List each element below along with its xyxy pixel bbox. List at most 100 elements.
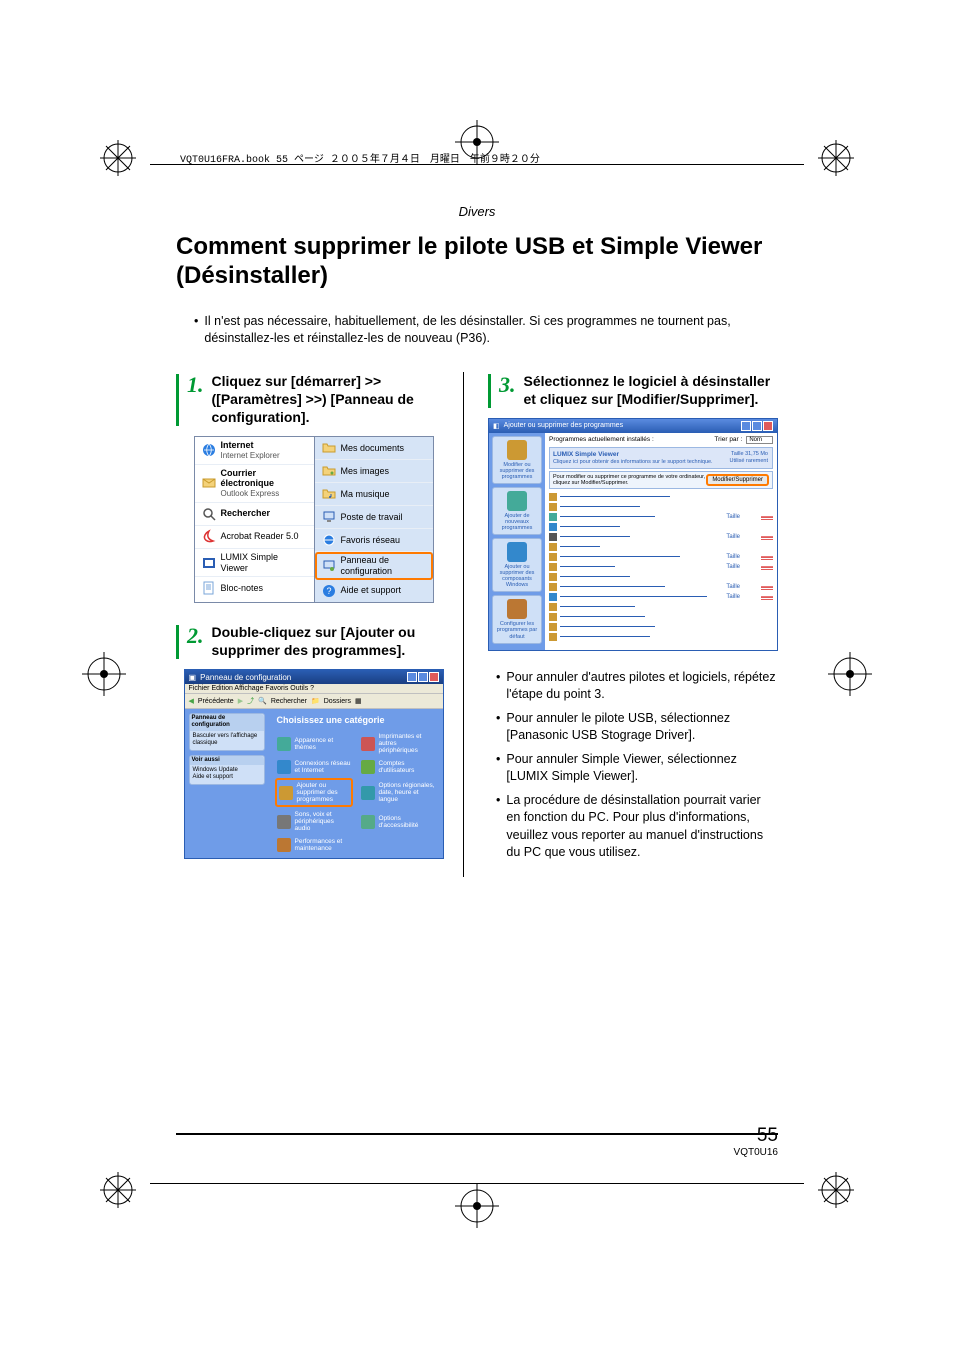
up-icon: ⤴ xyxy=(247,696,254,706)
start-item-lumix: LUMIX Simple Viewer xyxy=(195,549,314,578)
svg-text:?: ? xyxy=(326,586,331,596)
network-icon xyxy=(321,532,337,548)
cat-sound: Sons, voix et périphériques audio xyxy=(277,811,351,832)
registration-mark-icon xyxy=(818,140,854,176)
add-new-icon xyxy=(507,491,527,511)
maximize-icon xyxy=(418,672,428,682)
regional-icon xyxy=(361,786,375,800)
back-icon: ◀ xyxy=(189,697,194,705)
help-icon: ? xyxy=(321,583,337,599)
acrobat-icon xyxy=(201,529,217,545)
lumix-icon xyxy=(201,555,217,571)
step-accent-bar xyxy=(176,374,179,427)
program-icon xyxy=(549,633,557,641)
cat-appearance: Apparence et thèmes xyxy=(277,733,351,754)
control-panel-icon xyxy=(321,558,337,574)
default-programs-icon xyxy=(507,599,527,619)
start-item-help: ?Aide et support xyxy=(315,580,433,602)
add-remove-icon: ◧ xyxy=(493,422,500,430)
cat-printers: Imprimantes et autres périphériques xyxy=(361,733,435,754)
registration-mark-icon xyxy=(100,140,136,176)
page-title: Comment supprimer le pilote USB et Simpl… xyxy=(176,233,778,291)
minimize-icon xyxy=(741,421,751,431)
close-icon xyxy=(763,421,773,431)
step-title: Cliquez sur [démarrer] >> ([Paramètres] … xyxy=(212,372,452,427)
control-panel-icon: ▣ xyxy=(189,673,197,682)
side-change-remove: Modifier ou supprimer des programmes xyxy=(492,436,542,484)
crop-line xyxy=(150,1183,804,1184)
forward-icon: ▶ xyxy=(238,697,243,705)
modify-remove-button: Modifier/Supprimer xyxy=(706,474,769,486)
add-remove-icon xyxy=(279,786,293,800)
page-number: 55 xyxy=(734,1125,778,1147)
bullet-item: Pour annuler d'autres pilotes et logicie… xyxy=(496,669,778,704)
program-icon xyxy=(549,523,557,531)
program-icon xyxy=(549,593,557,601)
start-item-images: Mes images xyxy=(315,460,433,483)
nav-box: Panneau de configurationBasculer vers l'… xyxy=(189,713,265,751)
program-list: Taille▬▬ Taille▬▬ Taille▬▬ Taille▬▬ Tail… xyxy=(549,492,773,642)
bullet-item: Pour annuler le pilote USB, sélectionnez… xyxy=(496,710,778,745)
start-item-search: Rechercher xyxy=(195,503,314,526)
sort-label: Trier par : xyxy=(714,436,742,443)
crop-mark-icon xyxy=(82,652,126,696)
cat-accessibility: Options d'accessibilité xyxy=(361,811,435,832)
start-item-music: Ma musique xyxy=(315,483,433,506)
step-title: Double-cliquez sur [Ajouter ou supprimer… xyxy=(212,623,452,659)
control-panel-screenshot: ▣Panneau de configuration Fichier Editio… xyxy=(184,669,444,859)
start-item-notepad: Bloc-notes xyxy=(195,577,314,599)
start-item-documents: Mes documents xyxy=(315,437,433,460)
program-icon xyxy=(549,533,557,541)
change-remove-icon xyxy=(507,440,527,460)
mail-icon xyxy=(201,475,217,491)
program-icon xyxy=(549,493,557,501)
cat-add-remove-programs: Ajouter ou supprimer des programmes xyxy=(275,778,353,807)
sort-dropdown: Nom xyxy=(746,436,773,444)
side-default-programs: Configurer les programmes par défaut xyxy=(492,595,542,643)
window-menubar: Fichier Edition Affichage Favoris Outils… xyxy=(185,684,443,694)
sound-icon xyxy=(277,815,291,829)
images-icon xyxy=(321,463,337,479)
maximize-icon xyxy=(752,421,762,431)
start-item-internet: InternetInternet Explorer xyxy=(195,437,314,464)
step-accent-bar xyxy=(488,374,491,408)
views-icon: ▦ xyxy=(355,697,362,705)
program-icon xyxy=(549,543,557,551)
cat-regional: Options régionales, date, heure et langu… xyxy=(361,780,435,805)
window-titlebar: ▣Panneau de configuration xyxy=(185,670,443,684)
notepad-icon xyxy=(201,580,217,596)
windows-components-icon xyxy=(507,542,527,562)
users-icon xyxy=(361,760,375,774)
music-icon xyxy=(321,486,337,502)
start-item-control-panel: Panneau de configuration xyxy=(315,552,433,580)
cat-users: Comptes d'utilisateurs xyxy=(361,760,435,774)
doc-code: VQT0U16 xyxy=(734,1147,778,1158)
step-number: 3. xyxy=(499,372,516,396)
window-toolbar: ◀Précédente ▶ ⤴ 🔍Rechercher 📁Dossiers ▦ xyxy=(185,694,443,709)
side-windows-components: Ajouter ou supprimer des composants Wind… xyxy=(492,538,542,592)
program-icon xyxy=(549,573,557,581)
footer-rule xyxy=(176,1133,778,1135)
crop-mark-icon xyxy=(455,1184,499,1228)
program-icon xyxy=(549,583,557,591)
step-number: 1. xyxy=(187,372,204,396)
step-title: Sélectionnez le logiciel à désinstaller … xyxy=(524,372,779,408)
appearance-icon xyxy=(277,737,291,751)
bullet-item: La procédure de désinstallation pourrait… xyxy=(496,792,778,862)
close-icon xyxy=(429,672,439,682)
search-icon: 🔍 xyxy=(258,697,267,705)
folder-icon xyxy=(321,440,337,456)
computer-icon xyxy=(321,509,337,525)
program-icon xyxy=(549,603,557,611)
start-item-mail: Courrier électroniqueOutlook Express xyxy=(195,465,314,503)
step-accent-bar xyxy=(176,625,179,659)
registration-mark-icon xyxy=(818,1172,854,1208)
cat-network: Connexions réseau et Internet xyxy=(277,760,351,774)
nav-box: Voir aussiWindows UpdateAide et support xyxy=(189,755,265,786)
start-item-acrobat: Acrobat Reader 5.0 xyxy=(195,526,314,549)
program-icon xyxy=(549,563,557,571)
step-number: 2. xyxy=(187,623,204,647)
crop-mark-icon xyxy=(828,652,872,696)
book-header-line: VQT0U16FRA.book 55 ページ ２００５年７月４日 月曜日 午前９… xyxy=(180,150,540,166)
side-add-new: Ajouter de nouveaux programmes xyxy=(492,487,542,535)
